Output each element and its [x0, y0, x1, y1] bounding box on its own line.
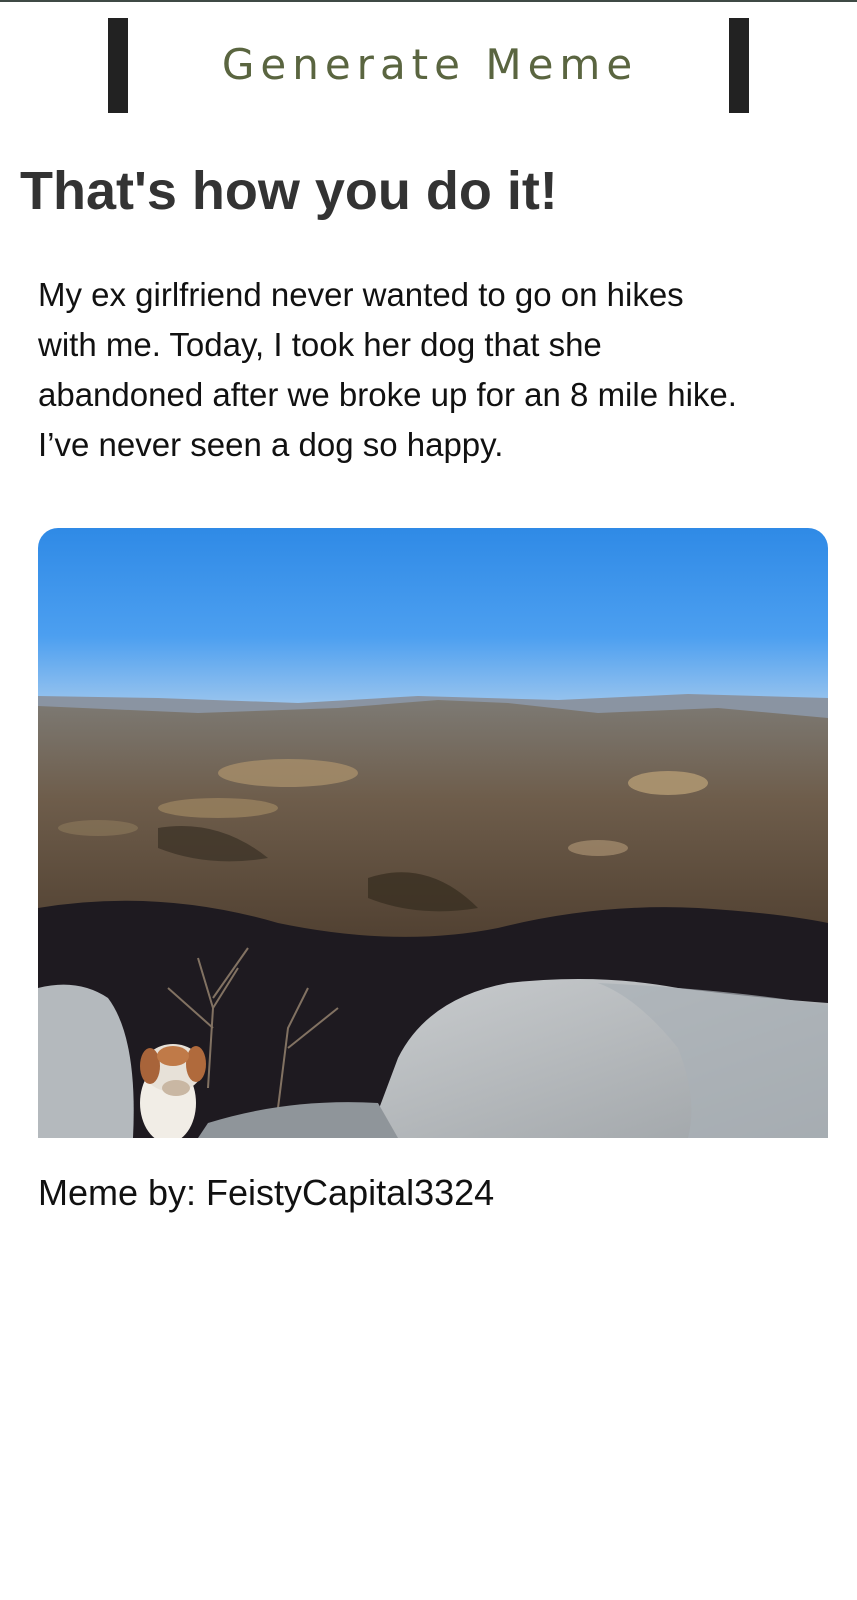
generate-meme-button[interactable]: Generate Meme — [140, 36, 720, 92]
meme-text: My ex girlfriend never wanted to go on h… — [38, 276, 737, 463]
right-accent-bar — [729, 18, 749, 113]
header: Generate Meme — [0, 18, 857, 113]
meme-image — [38, 528, 828, 1138]
top-divider — [0, 0, 857, 2]
meme-author: Meme by: FeistyCapital3324 — [38, 1172, 495, 1213]
mountain-landscape-image — [38, 528, 828, 1138]
meme-title: That's how you do it! — [20, 161, 558, 221]
meme-text-container: My ex girlfriend never wanted to go on h… — [38, 270, 828, 470]
left-accent-bar — [108, 18, 128, 113]
